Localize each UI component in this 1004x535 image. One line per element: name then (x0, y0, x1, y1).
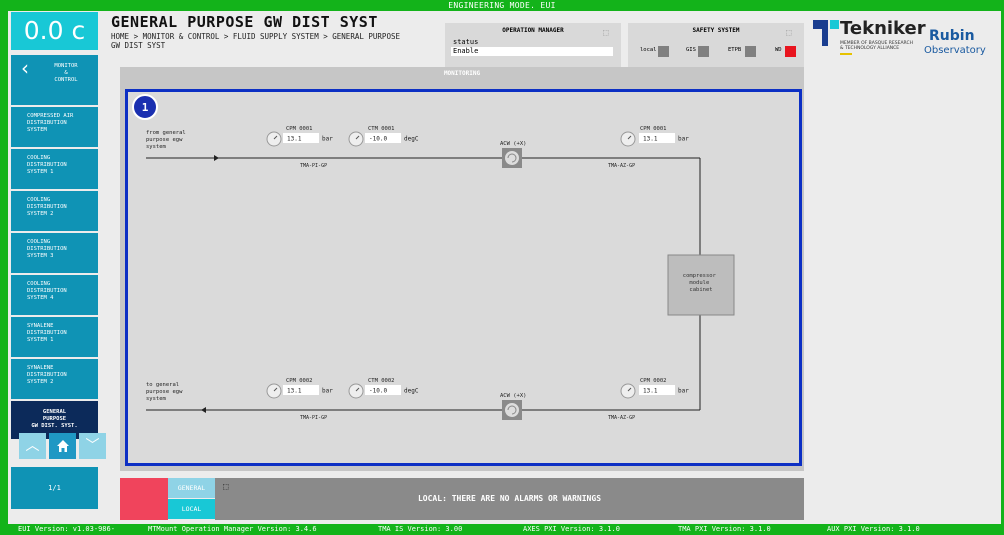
safety-system-panel: SAFETY SYSTEM ⬚ local GIS ETPB WD (628, 23, 804, 67)
cpm-value: 13.1 (643, 388, 658, 395)
pressure-gauge-icon (620, 383, 636, 399)
cpm-label: CPM 0001 (286, 126, 313, 132)
footer-mtmount-version: MTMount Operation Manager Version: 3.4.6 (148, 525, 317, 533)
footer-tma-is-version: TMA IS Version: 3.00 (378, 525, 463, 533)
safety-flag-gis (698, 46, 709, 57)
tab-local[interactable]: LOCAL (168, 499, 215, 519)
tekniker-logo-icon (813, 20, 839, 46)
temperature-gauge-icon (348, 131, 364, 147)
ctm-label: CTM 0002 (368, 378, 395, 384)
sidebar-item-compressed-air[interactable]: COMPRESSED AIR DISTRIBUTION SYSTEM (11, 107, 98, 147)
return-target-label: to general purpose egw system (146, 382, 183, 402)
sidebar-item-synalene-2[interactable]: SYNALENE DISTRIBUTION SYSTEM 2 (11, 359, 98, 399)
fan-icon[interactable] (502, 400, 522, 420)
section-badge-number: 1 (142, 101, 149, 114)
supply-arrow-icon (214, 155, 219, 161)
safety-flag-label: ETPB (728, 47, 742, 53)
ctm-unit: degC (404, 388, 419, 395)
ctm-label: CTM 0001 (368, 126, 395, 132)
temperature-gauge-icon (348, 383, 364, 399)
safety-flag-label: WD (775, 47, 782, 53)
monitoring-panel: MONITORING 1 compressor module cabinet f… (120, 67, 804, 471)
cpm-label: CPM 0002 (286, 378, 313, 384)
pressure-gauge-icon (620, 131, 636, 147)
mode-banner: ENGINEERING MODE. EUI (448, 1, 556, 10)
cpm-unit: bar (322, 388, 333, 395)
ctm-value: -10.0 (369, 388, 387, 395)
tag-label: TMA-PI-GP (300, 163, 327, 169)
monitoring-title: MONITORING (443, 70, 481, 77)
ctm-unit: degC (404, 136, 419, 143)
cpm-label: CPM 0002 (640, 378, 667, 384)
flow-diagram: 1 compressor module cabinet from general… (125, 89, 802, 466)
safety-flag-etpb (745, 46, 756, 57)
footer-eui-version: EUI Version: v1.03-986- (18, 525, 115, 533)
acw-label: ACW (+X) (500, 393, 527, 399)
footer-axes-version: AXES PXI Version: 3.1.0 (523, 525, 620, 533)
safety-system-title: SAFETY SYSTEM (692, 27, 740, 34)
cpm-value: 13.1 (287, 136, 302, 143)
back-button[interactable]: ‹ MONITOR & CONTROL (11, 55, 98, 105)
safety-flag-wd (785, 46, 796, 57)
logos: Tekniker MEMBER OF BASQUE RESEARCH & TEC… (813, 18, 993, 70)
alarm-reset-button[interactable] (120, 478, 168, 520)
return-arrow-icon (201, 407, 206, 413)
pressure-gauge-icon (266, 383, 282, 399)
pressure-gauge-icon (266, 131, 282, 147)
scroll-down-button[interactable]: ﹀ (79, 433, 106, 459)
cpm-label: CPM 0001 (640, 126, 667, 132)
safety-flag-label: local (640, 47, 657, 53)
page-title: GENERAL PURPOSE GW DIST SYST (111, 13, 378, 31)
rubin-subtitle: Observatory (924, 45, 986, 56)
cpm-unit: bar (678, 388, 689, 395)
safety-flag-local (658, 46, 669, 57)
cpm-unit: bar (678, 136, 689, 143)
supply-source-label: from general purpose egw system (146, 130, 186, 150)
temperature-display: 0.0 c (11, 12, 98, 50)
tag-label: TMA-PI-GP (300, 415, 327, 421)
rubin-name: Rubin (929, 28, 975, 44)
cpm-value: 13.1 (643, 136, 658, 143)
ctm-value: -10.0 (369, 136, 387, 143)
sidebar-item-cooling-2[interactable]: COOLING DISTRIBUTION SYSTEM 2 (11, 191, 98, 231)
alarm-message-bar: ⬚ LOCAL: THERE ARE NO ALARMS OR WARNINGS (215, 478, 804, 520)
breadcrumb: HOME > MONITOR & CONTROL > FLUID SUPPLY … (111, 32, 400, 50)
chevron-left-icon: ‹ (21, 56, 29, 80)
cpm-value: 13.1 (287, 388, 302, 395)
cpm-unit: bar (322, 136, 333, 143)
safety-flag-label: GIS (686, 47, 696, 53)
sidebar-item-cooling-3[interactable]: COOLING DISTRIBUTION SYSTEM 3 (11, 233, 98, 273)
tekniker-subtitle: MEMBER OF BASQUE RESEARCH & TECHNOLOGY A… (840, 41, 913, 51)
sidebar-item-cooling-4[interactable]: COOLING DISTRIBUTION SYSTEM 4 (11, 275, 98, 315)
home-icon (56, 440, 69, 452)
status-value: Enable (451, 47, 613, 56)
sidebar-item-synalene-1[interactable]: SYNALENE DISTRIBUTION SYSTEM 1 (11, 317, 98, 357)
back-label: MONITOR & CONTROL (54, 63, 78, 83)
status-label: status (453, 38, 479, 46)
alarm-message: LOCAL: THERE ARE NO ALARMS OR WARNINGS (417, 494, 602, 503)
cursor-select-icon[interactable]: ⬚ (223, 466, 228, 508)
footer-aux-version: AUX PXI Version: 3.1.0 (827, 525, 920, 533)
flow-diagram-svg: 1 compressor module cabinet from general… (132, 94, 735, 421)
tab-general[interactable]: GENERAL (168, 478, 215, 498)
version-footer: EUI Version: v1.03-986- MTMount Operatio… (0, 524, 1004, 535)
tag-label: TMA-AZ-GP (608, 163, 635, 169)
operation-manager-panel: OPERATION MANAGER status Enable ⬚ (445, 23, 621, 67)
chevron-down-icon: ﹀ (85, 438, 100, 454)
tag-label: TMA-AZ-GP (608, 415, 635, 421)
page-indicator: 1/1 (11, 467, 98, 509)
fan-icon[interactable] (502, 148, 522, 168)
cursor-select-icon[interactable]: ⬚ (603, 28, 615, 38)
scroll-up-button[interactable]: ︿ (19, 433, 46, 459)
acw-label: ACW (+X) (500, 141, 527, 147)
cursor-select-icon[interactable]: ⬚ (786, 28, 798, 38)
sidebar-item-cooling-1[interactable]: COOLING DISTRIBUTION SYSTEM 1 (11, 149, 98, 189)
tekniker-name: Tekniker (840, 18, 926, 39)
window-frame: ENGINEERING MODE. EUI 0.0 c ‹ MONITOR & … (0, 0, 1004, 535)
operation-manager-title: OPERATION MANAGER (502, 27, 564, 34)
chevron-up-icon: ︿ (25, 438, 40, 454)
tekniker-underline (840, 53, 852, 55)
home-button[interactable] (49, 433, 76, 459)
footer-tma-pxi-version: TMA PXI Version: 3.1.0 (678, 525, 771, 533)
